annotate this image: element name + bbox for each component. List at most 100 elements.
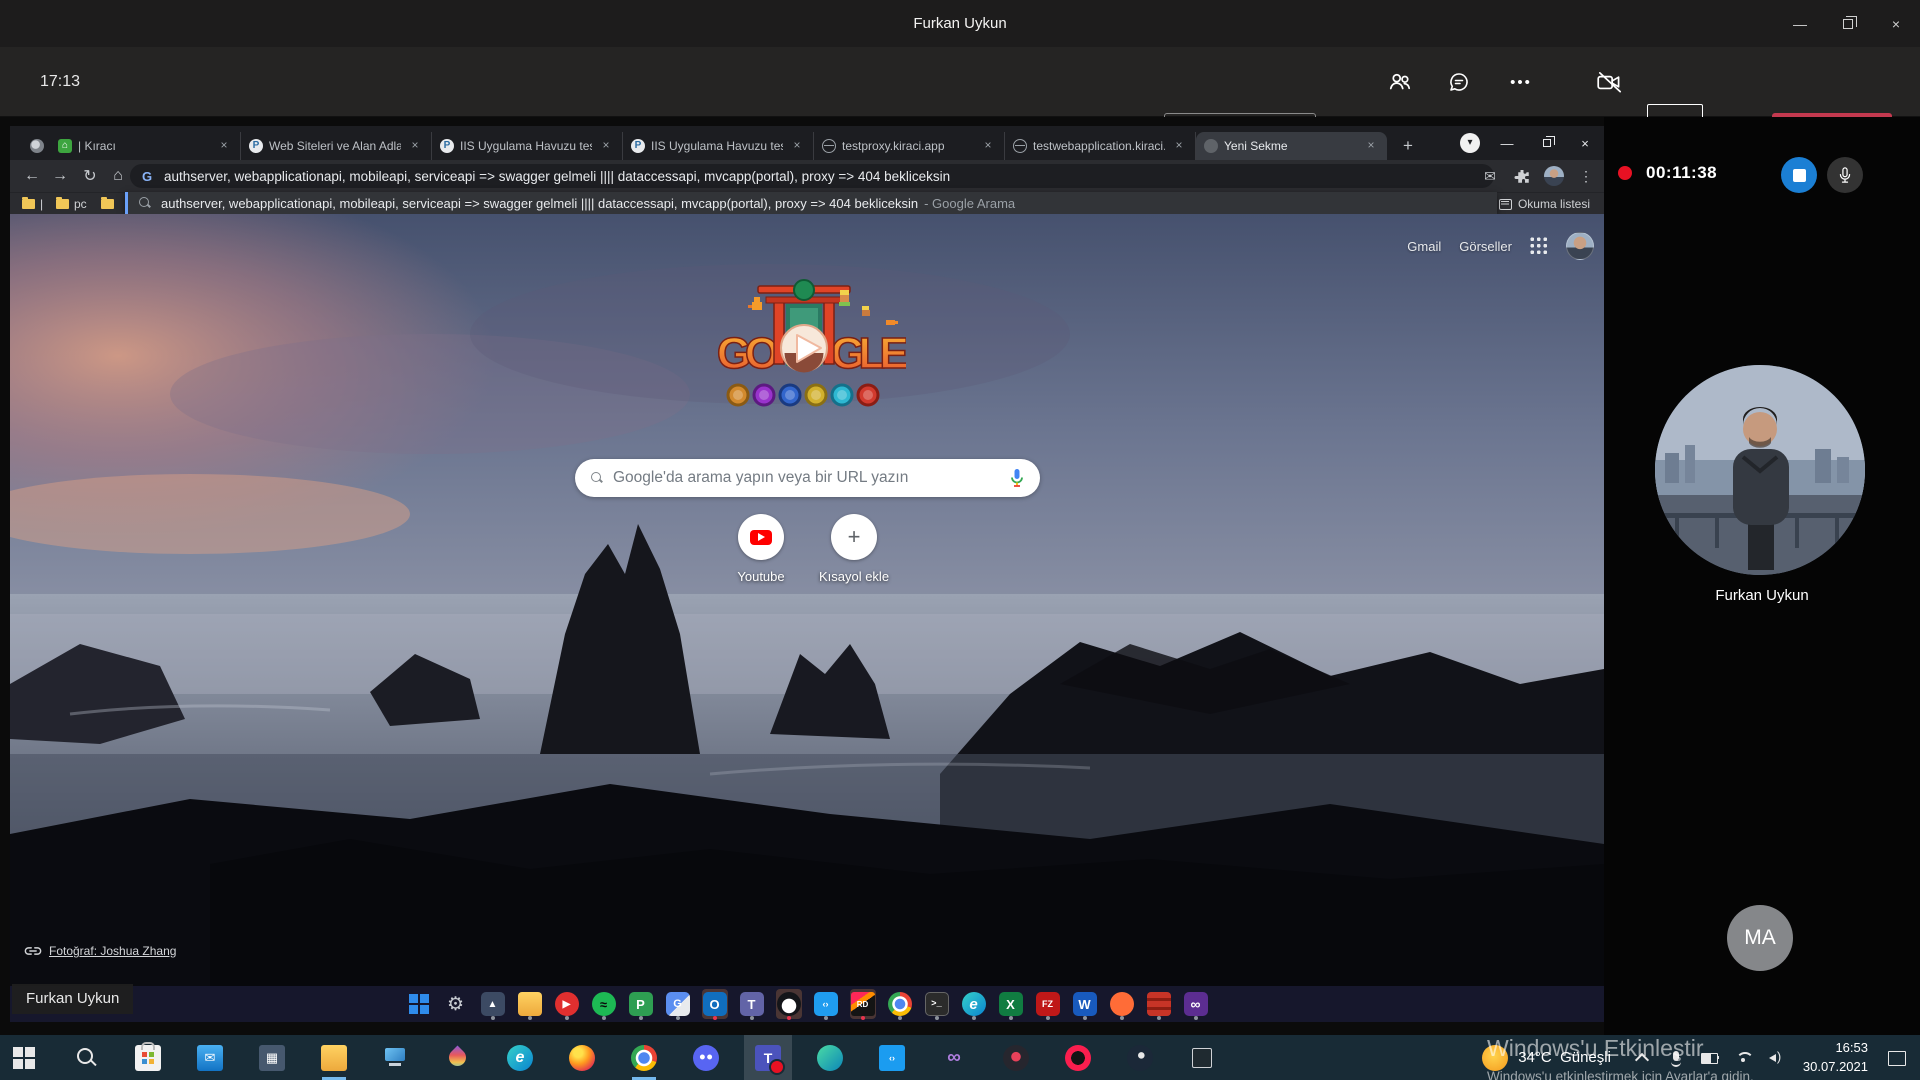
chrome-restore-button[interactable] (1527, 126, 1567, 160)
google-account-avatar[interactable] (1566, 232, 1594, 260)
camera-toggle-button[interactable] (1588, 47, 1632, 117)
presenter-taskbar-app-rider[interactable]: RD (850, 989, 876, 1019)
google-apps-grid-icon[interactable] (1530, 237, 1548, 255)
taskbar-app-file-explorer[interactable] (310, 1035, 358, 1080)
reading-list-button[interactable]: Okuma listesi (1499, 193, 1590, 215)
presenter-taskbar-app-settings[interactable]: ⚙ (443, 989, 469, 1019)
voice-search-icon[interactable] (1010, 468, 1024, 488)
tab-close-icon[interactable]: × (980, 138, 996, 154)
presenter-taskbar-app-photos[interactable]: ▲ (480, 989, 506, 1019)
browser-tab-tab-testproxy[interactable]: testproxy.kiraci.app × (814, 132, 1005, 160)
participant-initials-avatar[interactable]: MA (1727, 905, 1793, 971)
search-input[interactable] (613, 469, 1002, 487)
google-search-box[interactable] (575, 459, 1040, 497)
shortcut-youtube[interactable]: Youtube (713, 514, 809, 584)
taskbar-app-chrome[interactable] (620, 1035, 668, 1080)
new-tab-button[interactable]: + (1396, 134, 1420, 158)
presenter-taskbar-app-excel[interactable]: X (998, 989, 1024, 1019)
bookmark-folder-2[interactable]: pc (56, 193, 87, 215)
chrome-menu-icon[interactable]: ⋮ (1576, 168, 1596, 185)
bookmark-folder-1[interactable]: | (22, 193, 43, 215)
omnibox-suggestion[interactable]: authserver, webapplicationapi, mobileapi… (125, 192, 1497, 214)
taskbar-app-calculator[interactable]: ▦ (248, 1035, 296, 1080)
taskbar-app-remote-desktop[interactable] (372, 1035, 420, 1080)
presenter-taskbar-app-teams[interactable]: T (739, 989, 765, 1019)
presenter-taskbar-app-planner[interactable]: P (628, 989, 654, 1019)
taskbar-app-edge[interactable]: e (496, 1035, 544, 1080)
presenter-taskbar-app-start[interactable] (406, 989, 432, 1019)
presenter-taskbar-app-panda-app[interactable] (776, 989, 802, 1019)
presenter-taskbar-app-vscode[interactable]: ‹› (813, 989, 839, 1019)
taskbar-app-teams[interactable]: T (744, 1035, 792, 1080)
taskbar-app-opera[interactable] (1054, 1035, 1102, 1080)
taskbar-clock[interactable]: 16:53 30.07.2021 (1803, 1039, 1868, 1077)
taskbar-app-store[interactable] (124, 1035, 172, 1080)
browser-tab-tab-kiraci[interactable]: ⌂ | Kıracı × (50, 132, 241, 160)
tab-close-icon[interactable]: × (216, 138, 232, 154)
presenter-taskbar-app-file-explorer[interactable] (517, 989, 543, 1019)
taskbar-app-aimp[interactable] (992, 1035, 1040, 1080)
taskbar-app-teal-app[interactable] (806, 1035, 854, 1080)
weather-sun-icon[interactable] (1482, 1045, 1508, 1071)
sidebar-mic-button[interactable] (1827, 157, 1863, 193)
browser-tab-tab-iis-testweb[interactable]: P IIS Uygulama Havuzu testweba × (623, 132, 814, 160)
browser-tab-tab-iis-testproxy[interactable]: P IIS Uygulama Havuzu testproxy × (432, 132, 623, 160)
mail-extension-icon[interactable]: ✉ (1480, 168, 1500, 185)
tab-close-icon[interactable]: × (407, 138, 423, 154)
presenter-taskbar-app-visual-studio[interactable]: ∞ (1183, 989, 1209, 1019)
battery-icon[interactable] (1701, 1049, 1719, 1067)
volume-icon[interactable] (1769, 1049, 1787, 1067)
tab-close-icon[interactable]: × (789, 138, 805, 154)
images-link[interactable]: Görseller (1459, 239, 1512, 254)
taskbar-app-discord[interactable] (682, 1035, 730, 1080)
taskbar-app-start[interactable] (0, 1035, 48, 1080)
presenter-taskbar-app-powershell[interactable]: >_ (924, 989, 950, 1019)
wifi-icon[interactable] (1735, 1049, 1753, 1067)
presenter-taskbar-app-redis[interactable] (1146, 989, 1172, 1019)
tab-close-icon[interactable]: × (1363, 138, 1379, 154)
bookmark-folder-3[interactable] (101, 193, 114, 215)
photo-credit[interactable]: Fotoğraf: Joshua Zhang (24, 944, 176, 958)
google-doodle[interactable]: G O G L E (704, 278, 906, 410)
shortcut-add[interactable]: + Kısayol ekle (806, 514, 902, 584)
participant-video-avatar[interactable] (1655, 365, 1865, 575)
extensions-puzzle-icon[interactable] (1512, 167, 1532, 185)
taskbar-app-paint-3d[interactable] (434, 1035, 482, 1080)
chrome-profile-avatar[interactable] (1544, 166, 1564, 186)
forward-button[interactable]: → (46, 160, 74, 192)
presenter-taskbar-app-filezilla[interactable]: FZ (1035, 989, 1061, 1019)
weather-text[interactable]: 34°C Güneşli (1518, 1049, 1611, 1066)
presenter-taskbar-app-spotify[interactable]: ≈ (591, 989, 617, 1019)
taskbar-app-search[interactable] (62, 1035, 110, 1080)
taskbar-app-steam[interactable] (1116, 1035, 1164, 1080)
tray-mic-icon[interactable] (1667, 1049, 1685, 1067)
presenter-taskbar-app-outlook[interactable]: O (702, 989, 728, 1019)
browser-tab-tab-yeni-sekme[interactable]: Yeni Sekme × (1196, 132, 1387, 160)
browser-tab-tab-plesk-domains[interactable]: P Web Siteleri ve Alan Adları - Do × (241, 132, 432, 160)
home-button[interactable]: ⌂ (104, 160, 132, 192)
back-button[interactable]: ← (18, 160, 46, 192)
minimize-button[interactable]: — (1776, 0, 1824, 47)
reload-button[interactable]: ↻ (76, 160, 104, 192)
more-options-button[interactable]: ••• (1499, 47, 1543, 117)
tab-close-icon[interactable]: × (598, 138, 614, 154)
tray-overflow-chevron-icon[interactable] (1633, 1049, 1651, 1067)
presenter-taskbar-app-word[interactable]: W (1072, 989, 1098, 1019)
taskbar-app-firefox[interactable] (558, 1035, 606, 1080)
tab-close-icon[interactable]: × (1171, 138, 1187, 154)
taskbar-app-vscode[interactable]: ‹› (868, 1035, 916, 1080)
participants-button[interactable] (1378, 47, 1422, 117)
chat-button[interactable] (1437, 47, 1481, 117)
restore-button[interactable] (1824, 0, 1872, 47)
presenter-taskbar-app-postman[interactable] (1109, 989, 1135, 1019)
tab-search-button[interactable]: ▾ (1460, 133, 1480, 153)
stop-recording-button[interactable] (1781, 157, 1817, 193)
taskbar-app-mail[interactable]: ✉ (186, 1035, 234, 1080)
gmail-link[interactable]: Gmail (1407, 239, 1441, 254)
taskbar-app-app-window[interactable] (1178, 1035, 1226, 1080)
chrome-minimize-button[interactable]: — (1487, 126, 1527, 160)
presenter-taskbar-app-chrome[interactable] (887, 989, 913, 1019)
taskbar-app-visual-studio[interactable]: ∞ (930, 1035, 978, 1080)
presenter-taskbar-app-translate[interactable]: G (665, 989, 691, 1019)
pinned-tab[interactable] (22, 132, 52, 160)
